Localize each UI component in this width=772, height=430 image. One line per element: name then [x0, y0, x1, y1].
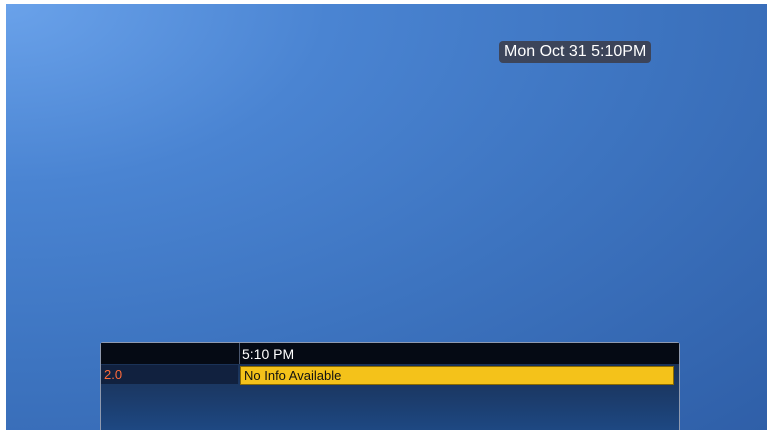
date-time-display: Mon Oct 31 5:10PM [499, 41, 652, 63]
time-divider [239, 343, 240, 364]
channel-cell[interactable]: 2.0 [101, 365, 238, 384]
guide-time-header: 5:10 PM [101, 343, 679, 364]
guide-row[interactable]: 2.0 No Info Available [101, 365, 679, 385]
time-slot-label: 5:10 PM [242, 346, 295, 362]
channel-number: 2.0 [104, 367, 123, 382]
tv-screen: Mon Oct 31 5:10PM 5:10 PM 2.0 No Info Av… [6, 4, 767, 430]
program-guide: 5:10 PM 2.0 No Info Available [100, 342, 680, 430]
program-title: No Info Available [244, 368, 342, 383]
program-cell-selected[interactable]: No Info Available [240, 366, 674, 385]
